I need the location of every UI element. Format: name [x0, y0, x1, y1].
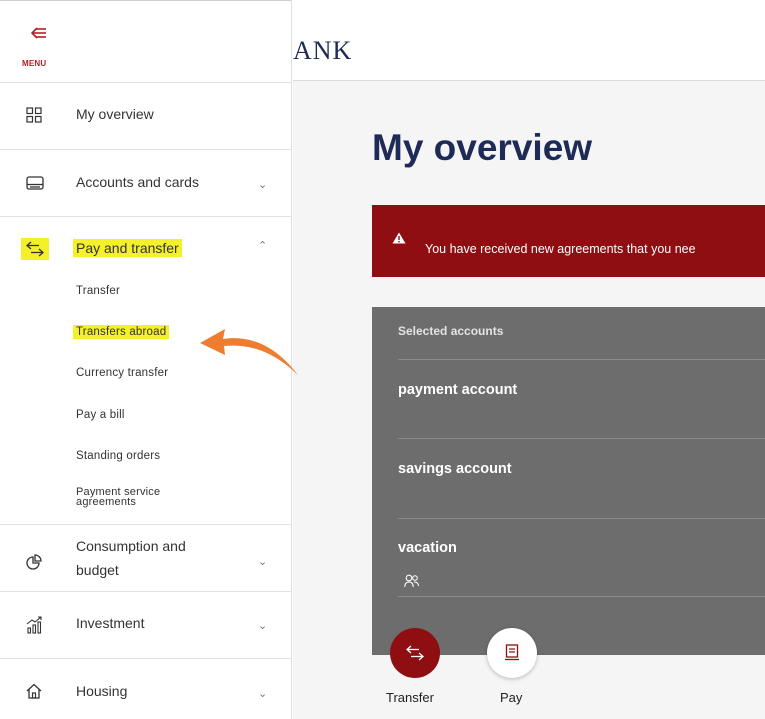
subitem-pay-a-bill[interactable]: Pay a bill: [76, 409, 125, 421]
alert-text: You have received new agreements that yo…: [425, 242, 696, 256]
sidebar-item-label: Pay and transfer: [73, 238, 182, 258]
sidebar-item-label-line1: Consumption and: [76, 538, 186, 554]
page-title: My overview: [372, 127, 593, 168]
annotation-arrow-icon: [200, 329, 298, 375]
sidebar-item-label-line2: budget: [76, 562, 119, 578]
subitem-currency-transfer[interactable]: Currency transfer: [76, 367, 168, 379]
divider: [398, 359, 765, 360]
account-row-payment[interactable]: payment account: [398, 382, 517, 398]
account-row-vacation[interactable]: vacation: [398, 540, 457, 556]
chevron-down-icon: ⌄: [258, 179, 268, 191]
card-icon: [26, 176, 44, 190]
selected-accounts-panel: Selected accounts payment account saving…: [372, 307, 765, 655]
chevron-up-icon: ⌃: [258, 240, 268, 252]
transfer-action-label[interactable]: Transfer: [386, 690, 434, 705]
menu-button[interactable]: MENU: [22, 27, 62, 73]
divider: [398, 518, 765, 519]
warning-icon: [392, 232, 406, 244]
transfer-icon: [26, 241, 44, 257]
sidebar-item-my-overview[interactable]: My overview: [0, 83, 292, 149]
subitem-label-line2: agreements: [76, 496, 137, 508]
sidebar-item-label: Investment: [76, 615, 145, 631]
chevron-down-icon: ⌄: [258, 688, 268, 700]
chevron-down-icon: ⌄: [258, 620, 268, 632]
menu-label: MENU: [22, 59, 47, 68]
sidebar-item-consumption-and-budget[interactable]: Consumption and budget ⌄: [0, 525, 292, 591]
subitem-standing-orders[interactable]: Standing orders: [76, 450, 160, 462]
sidebar-item-label: My overview: [76, 106, 154, 122]
sidebar-item-housing[interactable]: Housing ⌄: [0, 659, 292, 719]
pay-action-button[interactable]: [487, 628, 537, 678]
house-icon: [26, 683, 42, 699]
accounts-header: Selected accounts: [398, 324, 504, 338]
sidebar-item-investment[interactable]: Investment ⌄: [0, 592, 292, 658]
subitem-payment-service-agreements[interactable]: Payment service agreements: [76, 487, 160, 508]
shared-users-icon: [404, 574, 419, 588]
alert-banner[interactable]: You have received new agreements that yo…: [372, 205, 765, 277]
pay-action-label[interactable]: Pay: [500, 690, 522, 705]
account-row-savings[interactable]: savings account: [398, 461, 512, 477]
subitem-transfers-abroad[interactable]: Transfers abroad: [73, 325, 170, 339]
bill-icon: [505, 644, 519, 661]
subitem-transfer[interactable]: Transfer: [76, 285, 120, 297]
collapse-menu-icon: [31, 27, 46, 39]
grid-icon: [26, 107, 42, 123]
sidebar-item-pay-and-transfer[interactable]: Pay and transfer ⌃: [0, 217, 292, 277]
divider: [398, 596, 765, 597]
sidebar-item-label: Housing: [76, 683, 128, 699]
transfer-icon: [406, 645, 424, 661]
chevron-down-icon: ⌄: [258, 556, 268, 568]
bank-logo[interactable]: ANK: [293, 36, 352, 66]
investment-icon: [26, 616, 42, 634]
pie-chart-icon: [26, 554, 42, 570]
sidebar-item-accounts-and-cards[interactable]: Accounts and cards ⌄: [0, 150, 292, 216]
sidebar-item-label: Accounts and cards: [76, 174, 199, 190]
transfer-action-button[interactable]: [390, 628, 440, 678]
divider: [398, 438, 765, 439]
